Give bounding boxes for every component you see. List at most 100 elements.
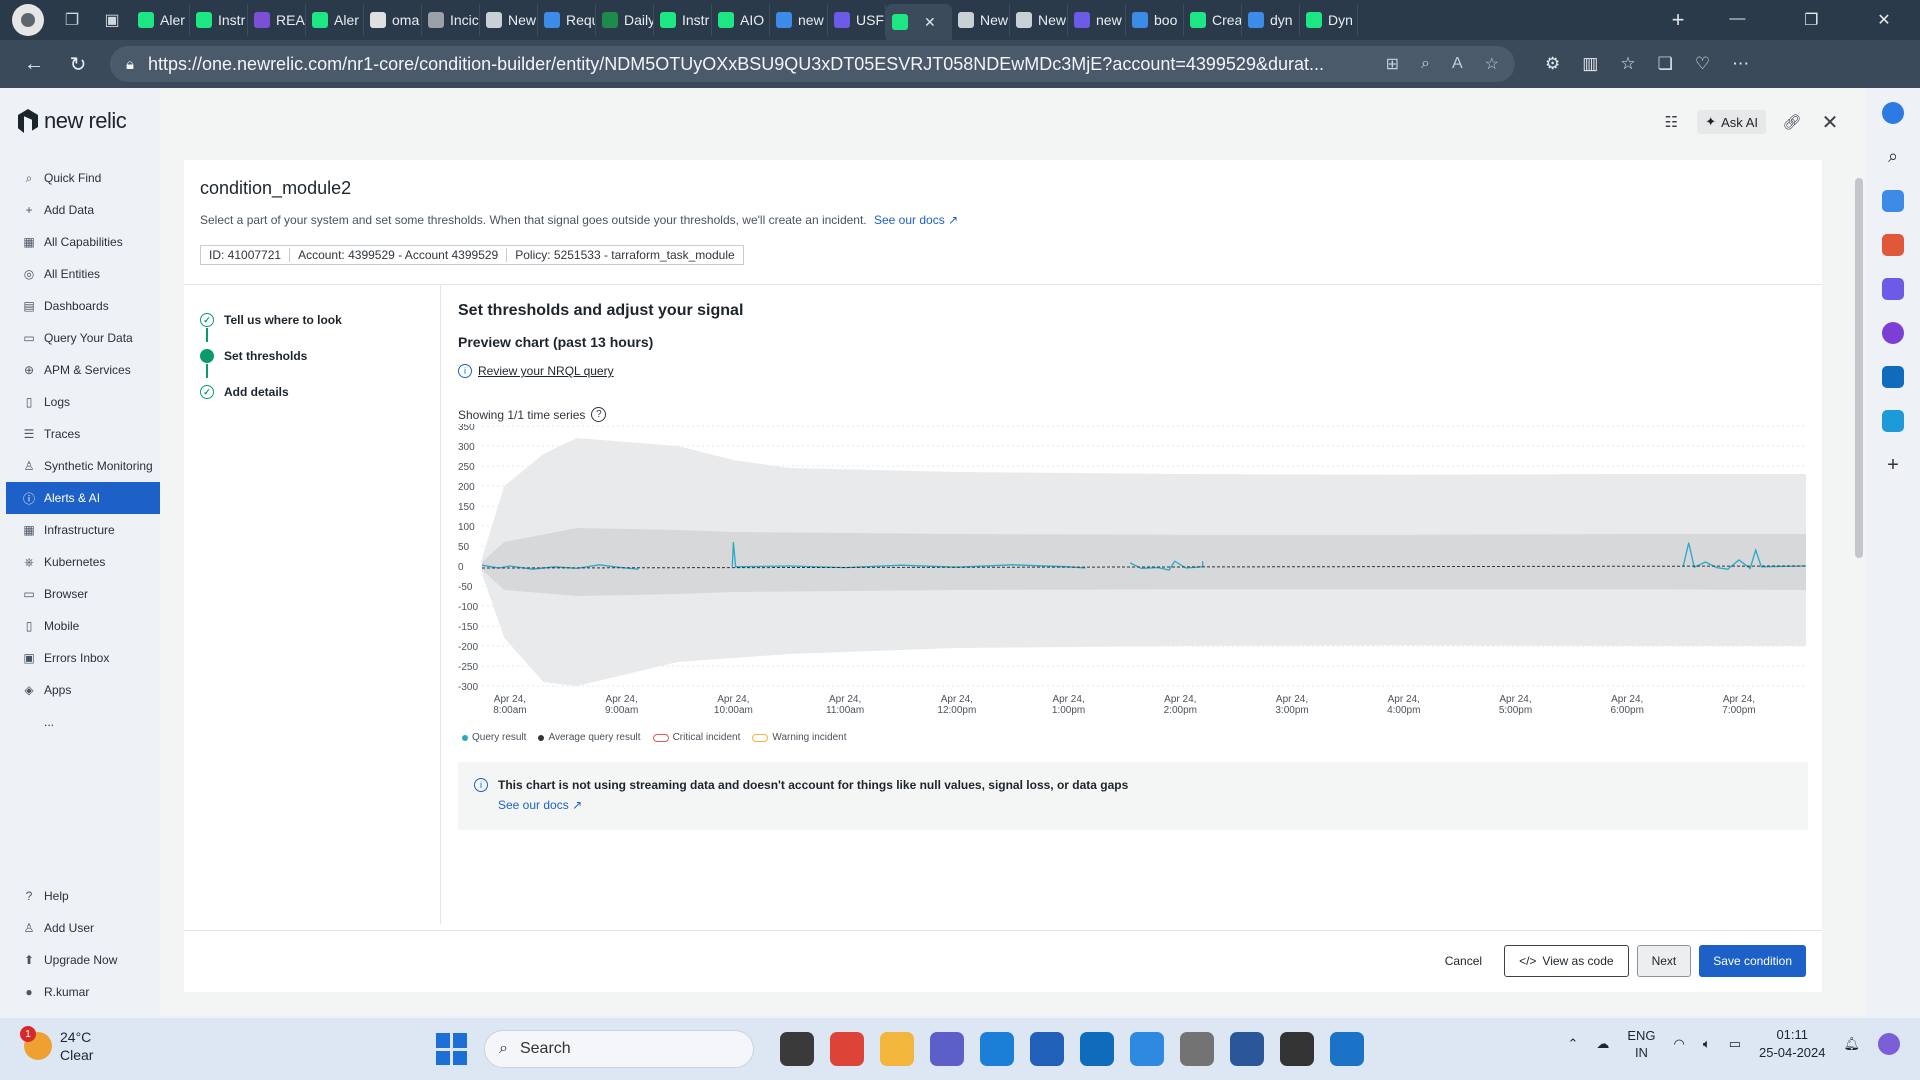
back-button[interactable]: ← bbox=[12, 53, 56, 76]
nav-item[interactable]: ▦ Infrastructure bbox=[6, 514, 160, 546]
browser-tab[interactable]: Daily bbox=[596, 4, 654, 36]
taskbar-search[interactable]: ⌕ Search bbox=[484, 1030, 754, 1068]
notice-docs-link[interactable]: See our docs ↗ bbox=[498, 798, 582, 812]
taskbar-app-icon[interactable] bbox=[1080, 1032, 1114, 1066]
nav-item[interactable]: ◈ Apps bbox=[6, 674, 160, 706]
zoom-icon[interactable]: ⌕ bbox=[1421, 55, 1430, 73]
bell-icon[interactable]: 🔔︎ bbox=[1843, 1036, 1860, 1052]
browser-tab[interactable]: ✕ bbox=[886, 4, 952, 40]
nav-item[interactable]: ? Help bbox=[6, 880, 160, 912]
browser-tab[interactable]: new bbox=[770, 4, 828, 36]
taskbar-app-icon[interactable] bbox=[1230, 1032, 1264, 1066]
browser-tab[interactable]: Incic bbox=[422, 4, 480, 36]
tools-icon[interactable] bbox=[1882, 234, 1904, 256]
browser-essentials-icon[interactable]: ♡ bbox=[1695, 54, 1710, 74]
save-condition-button[interactable]: Save condition bbox=[1699, 945, 1806, 977]
extensions-icon[interactable]: ⚙ bbox=[1545, 54, 1560, 74]
browser-tab[interactable]: Aler bbox=[132, 4, 190, 36]
restore-icon[interactable]: ❐ bbox=[1804, 10, 1818, 30]
start-button[interactable] bbox=[436, 1033, 468, 1065]
tab-actions-icon[interactable]: ▣ bbox=[92, 0, 132, 40]
view-as-code-button[interactable]: </> View as code bbox=[1504, 945, 1629, 977]
nav-item[interactable]: ⎈ Kubernetes bbox=[6, 546, 160, 578]
new-tab-button[interactable]: + bbox=[1656, 7, 1700, 33]
taskbar-app-icon[interactable] bbox=[1280, 1032, 1314, 1066]
refresh-button[interactable]: ↻ bbox=[56, 52, 100, 77]
browser-tab[interactable]: oma bbox=[364, 4, 422, 36]
nav-item[interactable]: ▯ Mobile bbox=[6, 610, 160, 642]
add-sidebar-app-icon[interactable]: + bbox=[1882, 454, 1904, 476]
nav-item[interactable]: ⓘ Alerts & AI bbox=[6, 482, 160, 514]
nav-item[interactable]: ♙ Synthetic Monitoring bbox=[6, 450, 160, 482]
drop-icon[interactable] bbox=[1882, 410, 1904, 432]
minimize-icon[interactable]: — bbox=[1729, 10, 1745, 30]
weather-widget[interactable]: 1 24°C Clear bbox=[20, 1026, 93, 1064]
review-query-link[interactable]: i Review your NRQL query bbox=[458, 364, 1808, 378]
more-menu-icon[interactable]: ⋯ bbox=[1732, 54, 1749, 74]
link-icon[interactable]: 🔗︎ bbox=[1780, 110, 1804, 134]
taskbar-app-icon[interactable] bbox=[1330, 1032, 1364, 1066]
taskbar-app-icon[interactable] bbox=[1030, 1032, 1064, 1066]
battery-icon[interactable]: ▭ bbox=[1729, 1036, 1741, 1052]
taskbar-app-icon[interactable] bbox=[880, 1032, 914, 1066]
legend-item[interactable]: Warning incident bbox=[752, 732, 847, 743]
favorite-star-icon[interactable]: ☆ bbox=[1485, 54, 1499, 74]
ask-ai-button[interactable]: ✦ Ask AI bbox=[1697, 110, 1766, 134]
see-docs-link[interactable]: See our docs ↗ bbox=[874, 213, 958, 227]
outlook-icon[interactable] bbox=[1882, 366, 1904, 388]
taskbar-app-icon[interactable] bbox=[830, 1032, 864, 1066]
step-item[interactable]: Set thresholds bbox=[200, 338, 342, 374]
nav-item[interactable]: ▣ Errors Inbox bbox=[6, 642, 160, 674]
apps-available-icon[interactable]: ⊞ bbox=[1386, 54, 1399, 74]
cancel-button[interactable]: Cancel bbox=[1431, 945, 1496, 977]
browser-tab[interactable]: dyn bbox=[1242, 4, 1300, 36]
sidebar-search-icon[interactable]: ⌕ bbox=[1882, 146, 1904, 168]
clock[interactable]: 01:11 25-04-2024 bbox=[1759, 1026, 1826, 1062]
browser-tab[interactable]: REA bbox=[248, 4, 306, 36]
chevron-up-icon[interactable]: ⌃ bbox=[1567, 1036, 1578, 1052]
copilot-icon[interactable] bbox=[1882, 102, 1904, 124]
nav-item[interactable]: ☰ Traces bbox=[6, 418, 160, 450]
browser-tab[interactable]: Instr bbox=[190, 4, 248, 36]
taskbar-app-icon[interactable] bbox=[930, 1032, 964, 1066]
taskbar-app-icon[interactable] bbox=[1180, 1032, 1214, 1066]
browser-tab[interactable]: AIO bbox=[712, 4, 770, 36]
browser-tab[interactable]: Aler bbox=[306, 4, 364, 36]
collections-icon[interactable]: ❏ bbox=[1658, 54, 1673, 74]
favorites-icon[interactable]: ☆ bbox=[1620, 54, 1635, 74]
volume-icon[interactable]: 🔈︎ bbox=[1703, 1036, 1711, 1052]
legend-item[interactable]: Average query result bbox=[538, 732, 641, 743]
nav-item[interactable]: ◎ All Entities bbox=[6, 258, 160, 290]
read-aloud-icon[interactable]: A bbox=[1452, 55, 1463, 73]
nav-item[interactable]: ● R.kumar bbox=[6, 976, 160, 1008]
games-icon[interactable] bbox=[1882, 278, 1904, 300]
browser-tab[interactable]: New bbox=[1010, 4, 1068, 36]
microsoft365-icon[interactable] bbox=[1882, 322, 1904, 344]
language-indicator[interactable]: ENG IN bbox=[1627, 1027, 1655, 1061]
legend-item[interactable]: Critical incident bbox=[652, 732, 740, 743]
close-window-icon[interactable]: ✕ bbox=[1877, 10, 1890, 30]
newrelic-logo[interactable]: new relic bbox=[6, 88, 160, 140]
nav-item[interactable]: ▭ Browser bbox=[6, 578, 160, 610]
notes-icon[interactable]: ☷ bbox=[1659, 110, 1683, 134]
wifi-icon[interactable]: ◠ bbox=[1674, 1036, 1685, 1052]
browser-tab[interactable]: Dyn bbox=[1300, 4, 1358, 36]
browser-tab[interactable]: Requ bbox=[538, 4, 596, 36]
nav-item[interactable]: + Add Data bbox=[6, 194, 160, 226]
address-bar[interactable]: 🔒︎ https://one.newrelic.com/nr1-core/con… bbox=[110, 46, 1515, 82]
browser-tab[interactable]: boo bbox=[1126, 4, 1184, 36]
browser-tab[interactable]: new bbox=[1068, 4, 1126, 36]
scrollbar-thumb[interactable] bbox=[1855, 178, 1863, 558]
nav-item[interactable]: ▦ All Capabilities bbox=[6, 226, 160, 258]
step-item[interactable]: ✓ Tell us where to look bbox=[200, 302, 342, 338]
nav-item[interactable]: ⊕ APM & Services bbox=[6, 354, 160, 386]
nav-item[interactable]: ⬆ Upgrade Now bbox=[6, 944, 160, 976]
onedrive-icon[interactable]: ☁ bbox=[1596, 1036, 1609, 1052]
nav-item[interactable]: ▯ Logs bbox=[6, 386, 160, 418]
nav-item[interactable]: ⌕ Quick Find bbox=[6, 162, 160, 194]
close-panel-icon[interactable]: ✕ bbox=[1818, 110, 1842, 134]
split-screen-icon[interactable]: ▥ bbox=[1582, 54, 1598, 74]
browser-tab[interactable]: USF bbox=[828, 4, 886, 36]
close-tab-icon[interactable]: ✕ bbox=[924, 14, 936, 31]
nav-item[interactable]: ♙ Add User bbox=[6, 912, 160, 944]
